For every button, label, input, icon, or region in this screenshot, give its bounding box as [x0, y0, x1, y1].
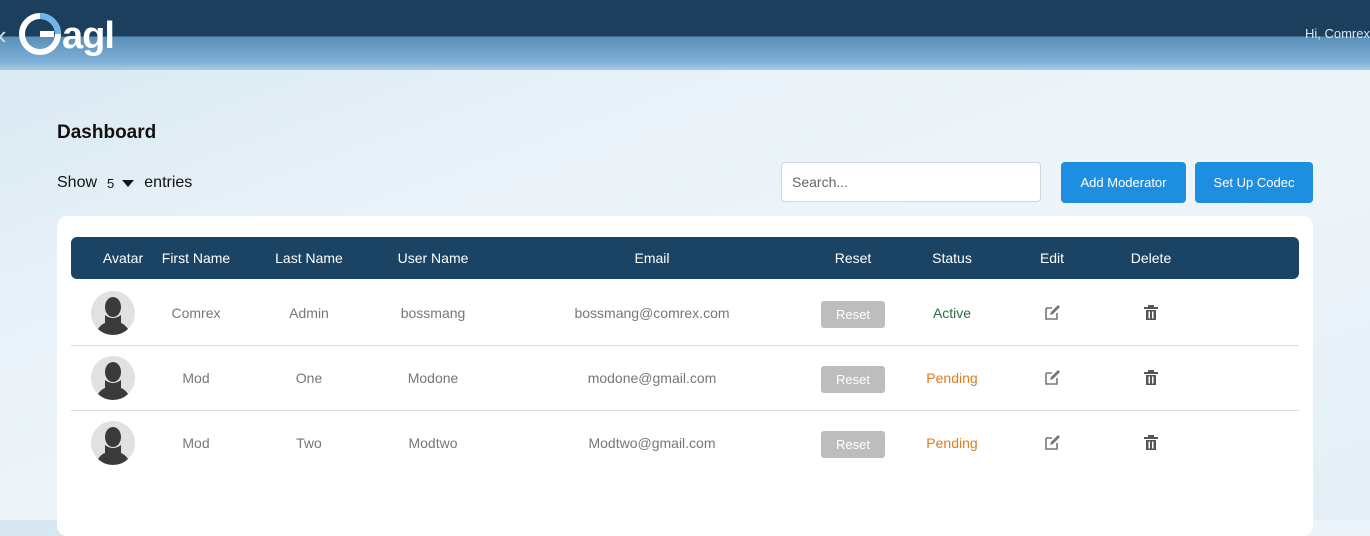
status-badge: Pending: [926, 370, 978, 386]
entries-selector: Show 5 entries: [57, 174, 192, 192]
last-name-cell: Admin: [289, 305, 329, 321]
page-title: Dashboard: [57, 122, 157, 143]
avatar: [91, 421, 135, 465]
set-up-codec-button[interactable]: Set Up Codec: [1195, 162, 1313, 203]
column-header-first-name: First Name: [161, 250, 231, 266]
user-name-cell: Modtwo: [408, 435, 458, 451]
trash-icon[interactable]: [1142, 369, 1160, 387]
column-header-avatar: Avatar: [102, 250, 144, 266]
user-name-cell: bossmang: [400, 305, 466, 321]
reset-button[interactable]: Reset: [821, 366, 885, 393]
logo[interactable]: ‹ agl: [0, 6, 140, 62]
avatar: [91, 356, 135, 400]
reset-button[interactable]: Reset: [821, 431, 885, 458]
table-row: Comrex Admin bossmang bossmang@comrex.co…: [71, 281, 1299, 346]
edit-icon[interactable]: [1043, 369, 1061, 387]
show-label: Show: [57, 174, 98, 191]
top-navbar: ‹ agl Hi, Comrex: [0, 0, 1370, 70]
status-badge: Active: [932, 305, 972, 321]
entries-count-select[interactable]: 5: [107, 176, 114, 191]
status-badge: Pending: [926, 435, 978, 451]
column-header-last-name: Last Name: [275, 250, 343, 266]
column-header-delete: Delete: [1130, 250, 1172, 266]
entries-label: entries: [144, 174, 193, 191]
user-silhouette-icon: [95, 362, 131, 400]
back-chevron-icon: ‹: [0, 22, 7, 48]
caret-down-icon[interactable]: [122, 179, 135, 187]
user-name-cell: Modone: [407, 370, 459, 386]
last-name-cell: One: [295, 370, 323, 386]
trash-icon[interactable]: [1142, 304, 1160, 322]
column-header-reset: Reset: [834, 250, 872, 266]
column-header-email: Email: [634, 250, 670, 266]
edit-icon[interactable]: [1043, 304, 1061, 322]
column-header-edit: Edit: [1039, 250, 1065, 266]
first-name-cell: Comrex: [171, 305, 221, 321]
avatar: [91, 291, 135, 335]
email-cell: Modtwo@gmail.com: [588, 435, 716, 451]
email-cell: modone@gmail.com: [587, 370, 717, 386]
column-header-user-name: User Name: [397, 250, 469, 266]
last-name-cell: Two: [296, 435, 322, 451]
users-table-card: Avatar First Name Last Name User Name Em…: [57, 216, 1313, 536]
first-name-cell: Mod: [182, 370, 210, 386]
first-name-cell: Mod: [182, 435, 210, 451]
reset-button[interactable]: Reset: [821, 301, 885, 328]
table-row: Mod Two Modtwo Modtwo@gmail.com Reset Pe…: [71, 411, 1299, 475]
logo-g-icon: [19, 13, 61, 55]
logo-text: agl: [62, 15, 115, 57]
email-cell: bossmang@comrex.com: [574, 305, 730, 321]
add-moderator-button[interactable]: Add Moderator: [1061, 162, 1186, 203]
user-silhouette-icon: [95, 297, 131, 335]
column-header-status: Status: [932, 250, 972, 266]
search-input[interactable]: [781, 162, 1041, 202]
edit-icon[interactable]: [1043, 434, 1061, 452]
table-header: Avatar First Name Last Name User Name Em…: [71, 237, 1299, 279]
user-silhouette-icon: [95, 427, 131, 465]
trash-icon[interactable]: [1142, 434, 1160, 452]
table-row: Mod One Modone modone@gmail.com Reset Pe…: [71, 346, 1299, 411]
user-greeting[interactable]: Hi, Comrex: [1305, 26, 1370, 41]
